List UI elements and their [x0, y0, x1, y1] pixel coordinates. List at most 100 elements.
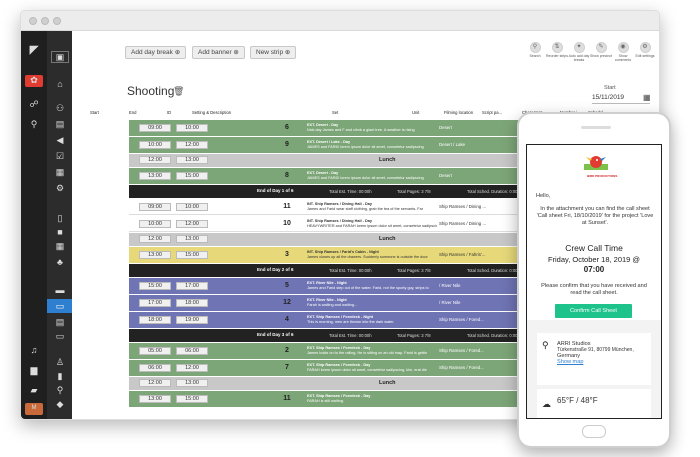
calendar-icon[interactable]: ▦: [643, 93, 651, 102]
logo-text: BIRD PRODUCTIONS: [587, 174, 618, 178]
start-time-input[interactable]: 12:00: [139, 156, 171, 164]
end-time-input[interactable]: 06:00: [176, 347, 208, 355]
precinct-tool[interactable]: ✎ Show precinct: [590, 42, 612, 58]
search-tool[interactable]: ⚲ Search: [524, 42, 546, 58]
end-time-input[interactable]: 13:00: [176, 235, 208, 243]
scene-setting: INT. Ship Ramses / Farid's Cabin - Night: [307, 250, 379, 254]
comments-tool[interactable]: ◉ Show comments: [612, 42, 634, 62]
window-minimize-button[interactable]: [41, 17, 49, 25]
auto-day-breaks-tool[interactable]: ✦ Auto add day breaks: [568, 42, 590, 62]
folder-icon[interactable]: ▰: [25, 385, 43, 395]
column-header[interactable]: Filming location: [444, 110, 473, 115]
start-label: Start: [604, 85, 616, 91]
title-bar: [21, 11, 659, 31]
scene-id: 7: [285, 364, 289, 371]
end-time-input[interactable]: 18:00: [176, 299, 208, 307]
column-header[interactable]: Set: [332, 110, 338, 115]
end-time-input[interactable]: 17:00: [176, 282, 208, 290]
start-time-input[interactable]: 10:00: [139, 220, 171, 228]
add-banner-button[interactable]: Add banner ⊕: [192, 46, 245, 59]
megaphone-icon[interactable]: ◀: [51, 135, 69, 145]
crew-call-title: Crew Call Time: [565, 243, 623, 253]
end-time-input[interactable]: 10:00: [176, 203, 208, 211]
cast-icon[interactable]: ♣: [51, 257, 69, 267]
truck-icon[interactable]: ▬: [51, 285, 69, 295]
checklist-icon[interactable]: ☑: [51, 151, 69, 161]
scene-description: James closes up all the drawers. Suddenl…: [307, 255, 428, 259]
settings-tool[interactable]: ⚙ Edit settings: [634, 42, 656, 58]
phone-home-button[interactable]: [582, 425, 606, 438]
start-time-input[interactable]: 05:00: [139, 347, 171, 355]
scene-setting: EXT. Ship Ramses / Foredeck - Day: [307, 363, 371, 367]
end-time-input[interactable]: 19:00: [176, 316, 208, 324]
start-time-input[interactable]: 10:00: [139, 141, 171, 149]
call-time: 07:00: [583, 265, 605, 274]
collapse-icon[interactable]: ▣: [51, 51, 69, 63]
window-close-button[interactable]: [29, 17, 37, 25]
column-header[interactable]: Unit: [412, 110, 419, 115]
reorder-tool[interactable]: ⇅ Reorder strips: [546, 42, 568, 58]
show-map-link[interactable]: Show map: [557, 359, 583, 366]
add-day-break-button[interactable]: Add day break ⊕: [125, 46, 187, 59]
start-time-input[interactable]: 18:00: [139, 316, 171, 324]
gears-icon[interactable]: ⚙: [51, 183, 69, 193]
end-time-input[interactable]: 12:00: [176, 141, 208, 149]
end-time-input[interactable]: 15:00: [176, 251, 208, 259]
day-end-stat: Total Sched. Duration: 0:00h: [467, 268, 520, 273]
tag-icon[interactable]: ◆: [51, 399, 69, 409]
grid-icon[interactable]: ▦: [51, 241, 69, 251]
column-header[interactable]: Setting & Description: [192, 110, 231, 115]
scene-description: JAMES and FARID lorem ipsum dolor sit am…: [307, 145, 424, 149]
start-time-input[interactable]: 09:00: [139, 203, 171, 211]
start-time-input[interactable]: 09:00: [139, 124, 171, 132]
confirm-call-sheet-button[interactable]: Confirm Call Sheet: [555, 304, 632, 318]
camera-icon[interactable]: ■: [51, 227, 69, 237]
map-pin-icon: ⚲: [542, 340, 549, 350]
start-time-input[interactable]: 12:00: [139, 379, 171, 387]
start-time-input[interactable]: 06:00: [139, 364, 171, 372]
chat-icon[interactable]: ▆: [25, 365, 43, 375]
start-time-input[interactable]: 13:00: [139, 395, 171, 403]
call-date: Friday, October 18, 2019 @: [547, 255, 641, 264]
column-header[interactable]: End: [129, 110, 136, 115]
scene-set: / River Nile: [439, 283, 461, 288]
end-time-input[interactable]: 10:00: [176, 124, 208, 132]
documents-icon[interactable]: ▤: [51, 119, 69, 129]
start-date-input[interactable]: 15/11/2019: [592, 92, 650, 104]
scene-id: 2: [285, 347, 289, 354]
end-time-input[interactable]: 13:00: [176, 156, 208, 164]
user-avatar-icon[interactable]: M: [25, 403, 43, 415]
calendar-icon[interactable]: ▦: [51, 167, 69, 177]
window-maximize-button[interactable]: [53, 17, 61, 25]
pin-icon[interactable]: ⚲: [51, 385, 69, 395]
person-icon[interactable]: ♙: [51, 357, 69, 367]
start-time-input[interactable]: 13:00: [139, 251, 171, 259]
column-header[interactable]: Script pa...: [482, 110, 502, 115]
day-end-stat: Total Pages: 3 7/8: [397, 268, 431, 273]
end-time-input[interactable]: 13:00: [176, 379, 208, 387]
people-icon[interactable]: ⚇: [51, 103, 69, 113]
script-icon[interactable]: ▯: [51, 213, 69, 223]
monitor-icon[interactable]: ▭: [51, 331, 69, 341]
new-strip-button[interactable]: New strip ⊕: [250, 46, 297, 59]
home-icon[interactable]: ⌂: [51, 79, 69, 89]
start-time-input[interactable]: 15:00: [139, 282, 171, 290]
bell-icon[interactable]: ♫: [25, 345, 43, 355]
column-header[interactable]: ID: [167, 110, 171, 115]
battery-icon[interactable]: ▮: [51, 371, 69, 381]
phone-speaker: [581, 126, 611, 129]
sidebar-nav: ▣ ⌂ ⚇ ▤ ◀ ☑ ▦ ⚙ ▯ ■ ▦ ♣ ▬ ▭ ▤ ▭ ♙ ▮ ⚲ ◆: [47, 31, 72, 419]
project-avatar-icon[interactable]: ✿: [25, 75, 43, 87]
start-time-input[interactable]: 12:00: [139, 235, 171, 243]
end-time-input[interactable]: 15:00: [176, 172, 208, 180]
callsheet-icon[interactable]: ▤: [51, 317, 69, 327]
end-time-input[interactable]: 12:00: [176, 364, 208, 372]
trash-icon[interactable]: 🗑: [173, 86, 184, 97]
column-header[interactable]: Start: [90, 110, 99, 115]
team-icon[interactable]: ☍: [25, 99, 43, 109]
end-time-input[interactable]: 15:00: [176, 395, 208, 403]
bike-icon[interactable]: ⚲: [25, 119, 43, 129]
start-time-input[interactable]: 13:00: [139, 172, 171, 180]
start-time-input[interactable]: 17:00: [139, 299, 171, 307]
end-time-input[interactable]: 12:00: [176, 220, 208, 228]
